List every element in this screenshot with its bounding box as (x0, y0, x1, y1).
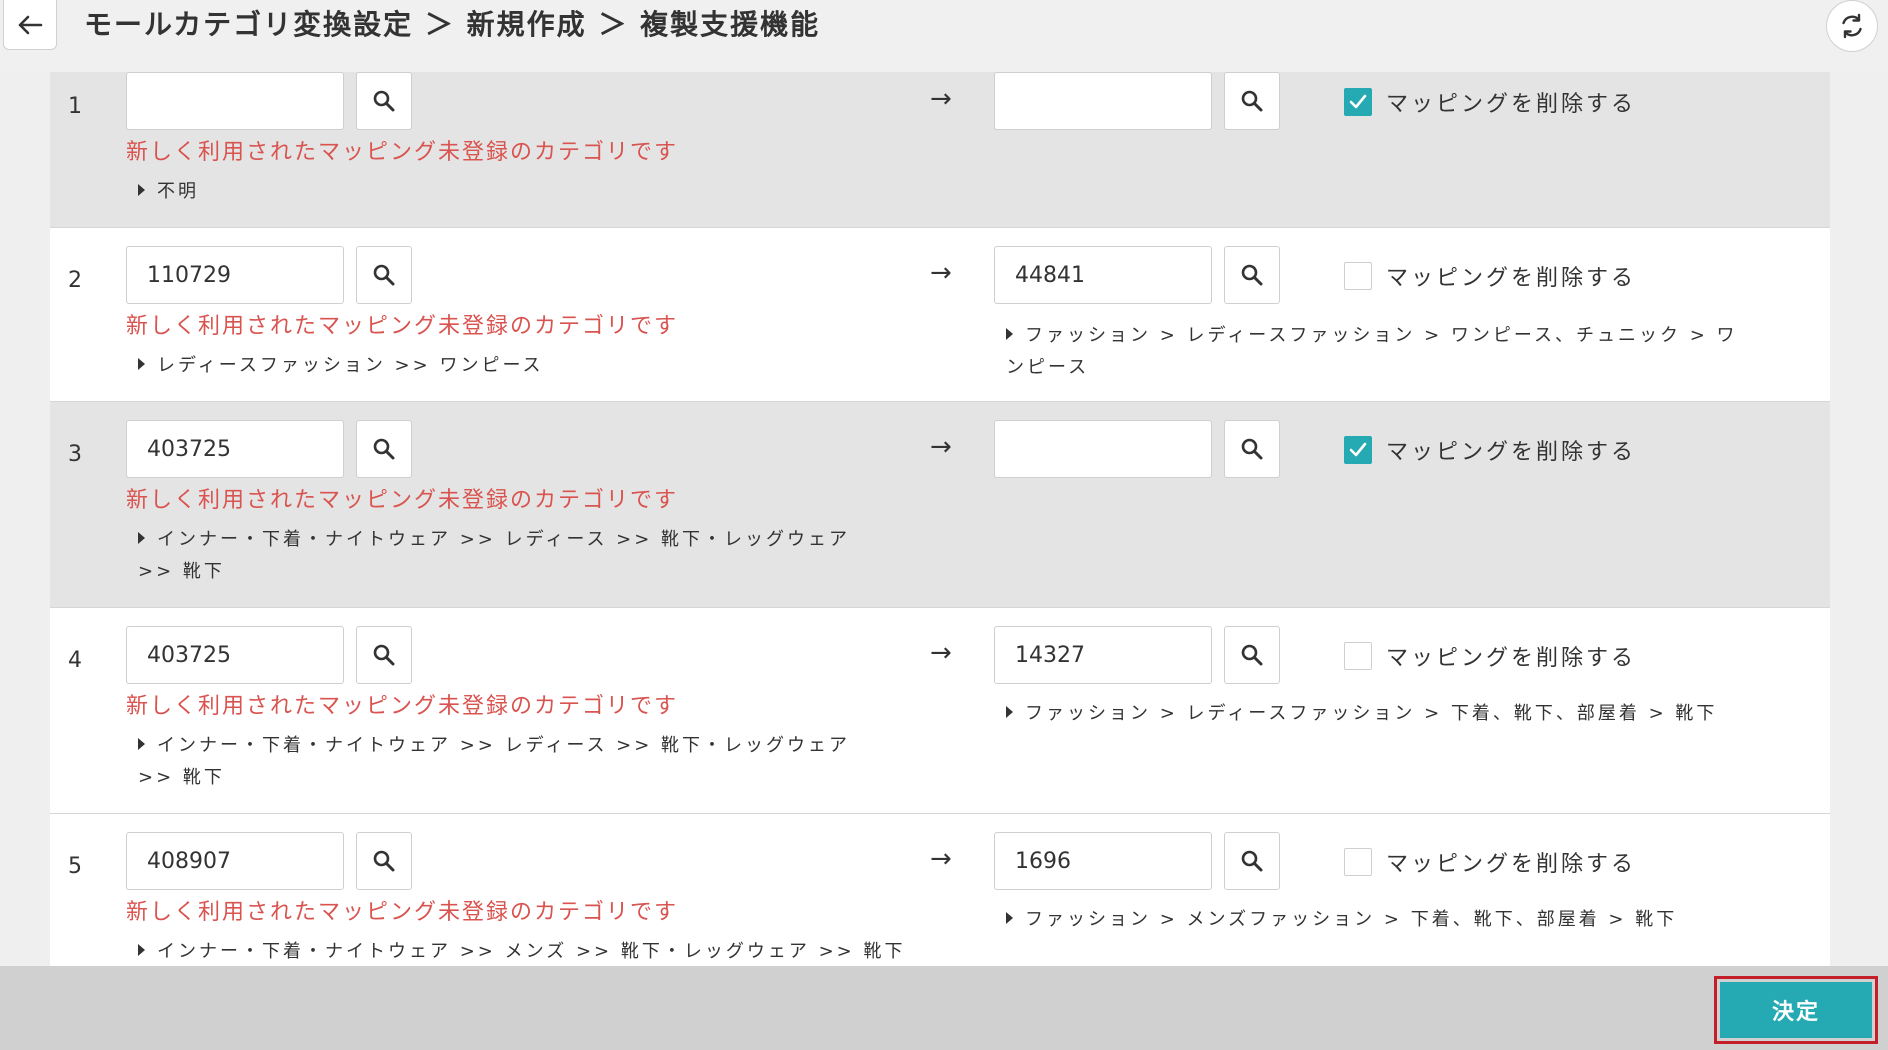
refresh-button[interactable] (1826, 0, 1878, 52)
caret-right-icon (138, 358, 145, 370)
caret-right-icon (1006, 328, 1013, 340)
delete-mapping-checkbox[interactable] (1344, 848, 1372, 876)
unregistered-warning: 新しく利用されたマッピング未登録のカテゴリです (126, 900, 679, 925)
magnifier-icon (1241, 850, 1263, 872)
unregistered-warning: 新しく利用されたマッピング未登録のカテゴリです (126, 314, 679, 339)
mapping-arrow: → (930, 432, 952, 462)
refresh-icon (1842, 13, 1862, 39)
target-category-input[interactable] (994, 420, 1212, 478)
row-number: 4 (68, 648, 82, 673)
delete-mapping-label: マッピングを削除する (1386, 440, 1637, 465)
check-icon (1349, 442, 1367, 457)
row-number: 5 (68, 854, 82, 879)
source-search-button[interactable] (356, 420, 412, 478)
source-search-button[interactable] (356, 626, 412, 684)
magnifier-icon (1241, 90, 1263, 112)
delete-mapping-checkbox[interactable] (1344, 262, 1372, 290)
target-category-input[interactable] (994, 832, 1212, 890)
unregistered-warning: 新しく利用されたマッピング未登録のカテゴリです (126, 694, 679, 719)
source-category-input[interactable] (126, 832, 344, 890)
magnifier-icon (373, 438, 395, 460)
unregistered-warning: 新しく利用されたマッピング未登録のカテゴリです (126, 140, 679, 165)
source-search-button[interactable] (356, 246, 412, 304)
source-category-input[interactable] (126, 626, 344, 684)
mapping-row: 3 → マッピングを削除する 新しく利用されたマッピング未登録のカテゴリです イ… (50, 402, 1830, 608)
unregistered-warning: 新しく利用されたマッピング未登録のカテゴリです (126, 488, 679, 513)
mapping-row: 2 → マッピングを削除する 新しく利用されたマッピング未登録のカテゴリです レ… (50, 228, 1830, 402)
check-icon (1349, 94, 1367, 109)
magnifier-icon (373, 644, 395, 666)
delete-mapping-checkbox[interactable] (1344, 436, 1372, 464)
footer-bar: 決定 (0, 966, 1888, 1050)
magnifier-icon (1241, 644, 1263, 666)
delete-mapping-label: マッピングを削除する (1386, 266, 1637, 291)
page-title: モールカテゴリ変換設定 ＞ 新規作成 ＞ 複製支援機能 (84, 8, 821, 41)
magnifier-icon (1241, 438, 1263, 460)
header: モールカテゴリ変換設定 ＞ 新規作成 ＞ 複製支援機能 (0, 0, 1888, 72)
caret-right-icon (138, 184, 145, 196)
mapping-row: 1 → マッピングを削除する 新しく利用されたマッピング未登録のカテゴリです 不… (50, 72, 1830, 228)
target-category-path: ファッション > レディースファッション > ワンピース、チュニック > ワンピ… (1006, 325, 1738, 378)
caret-right-icon (138, 944, 145, 956)
source-category-path: インナー・下着・ナイトウェア >> レディース >> 靴下・レッグウェア >> … (138, 529, 851, 582)
caret-right-icon (1006, 912, 1013, 924)
mapping-arrow: → (930, 258, 952, 288)
source-category-path: 不明 (138, 176, 199, 208)
target-category-input[interactable] (994, 72, 1212, 130)
source-search-button[interactable] (356, 72, 412, 130)
mapping-row: 4 → マッピングを削除する 新しく利用されたマッピング未登録のカテゴリです イ… (50, 608, 1830, 814)
target-search-button[interactable] (1224, 420, 1280, 478)
row-number: 1 (68, 94, 82, 119)
mapping-arrow: → (930, 844, 952, 874)
row-number: 2 (68, 268, 82, 293)
source-category-path: インナー・下着・ナイトウェア >> メンズ >> 靴下・レッグウェア >> 靴下 (138, 936, 938, 966)
source-category-input[interactable] (126, 72, 344, 130)
delete-mapping-label: マッピングを削除する (1386, 852, 1637, 877)
source-category-input[interactable] (126, 246, 344, 304)
magnifier-icon (373, 264, 395, 286)
row-number: 3 (68, 442, 82, 467)
mapping-row: 5 → マッピングを削除する 新しく利用されたマッピング未登録のカテゴリです イ… (50, 814, 1830, 966)
source-search-button[interactable] (356, 832, 412, 890)
target-search-button[interactable] (1224, 246, 1280, 304)
submit-highlight: 決定 (1714, 976, 1878, 1044)
caret-right-icon (1006, 706, 1013, 718)
target-search-button[interactable] (1224, 832, 1280, 890)
source-category-input[interactable] (126, 420, 344, 478)
target-category-input[interactable] (994, 246, 1212, 304)
caret-right-icon (138, 738, 145, 750)
target-category-path: ファッション > メンズファッション > 下着、靴下、部屋着 > 靴下 (1006, 904, 1766, 936)
magnifier-icon (1241, 264, 1263, 286)
mapping-arrow: → (930, 638, 952, 668)
target-category-input[interactable] (994, 626, 1212, 684)
delete-mapping-checkbox[interactable] (1344, 642, 1372, 670)
back-button[interactable] (3, 0, 57, 50)
source-category-path: レディースファッション >> ワンピース (138, 350, 544, 382)
delete-mapping-checkbox[interactable] (1344, 88, 1372, 116)
source-category-path: インナー・下着・ナイトウェア >> レディース >> 靴下・レッグウェア >> … (138, 735, 851, 788)
magnifier-icon (373, 90, 395, 112)
arrow-left-icon (18, 15, 43, 34)
caret-right-icon (138, 532, 145, 544)
target-search-button[interactable] (1224, 626, 1280, 684)
mapping-arrow: → (930, 84, 952, 114)
delete-mapping-label: マッピングを削除する (1386, 646, 1637, 671)
target-search-button[interactable] (1224, 72, 1280, 130)
mapping-list: 1 → マッピングを削除する 新しく利用されたマッピング未登録のカテゴリです 不… (50, 72, 1830, 966)
delete-mapping-label: マッピングを削除する (1386, 92, 1637, 117)
magnifier-icon (373, 850, 395, 872)
target-category-path: ファッション > レディースファッション > 下着、靴下、部屋着 > 靴下 (1006, 698, 1766, 730)
submit-button[interactable]: 決定 (1720, 982, 1872, 1038)
